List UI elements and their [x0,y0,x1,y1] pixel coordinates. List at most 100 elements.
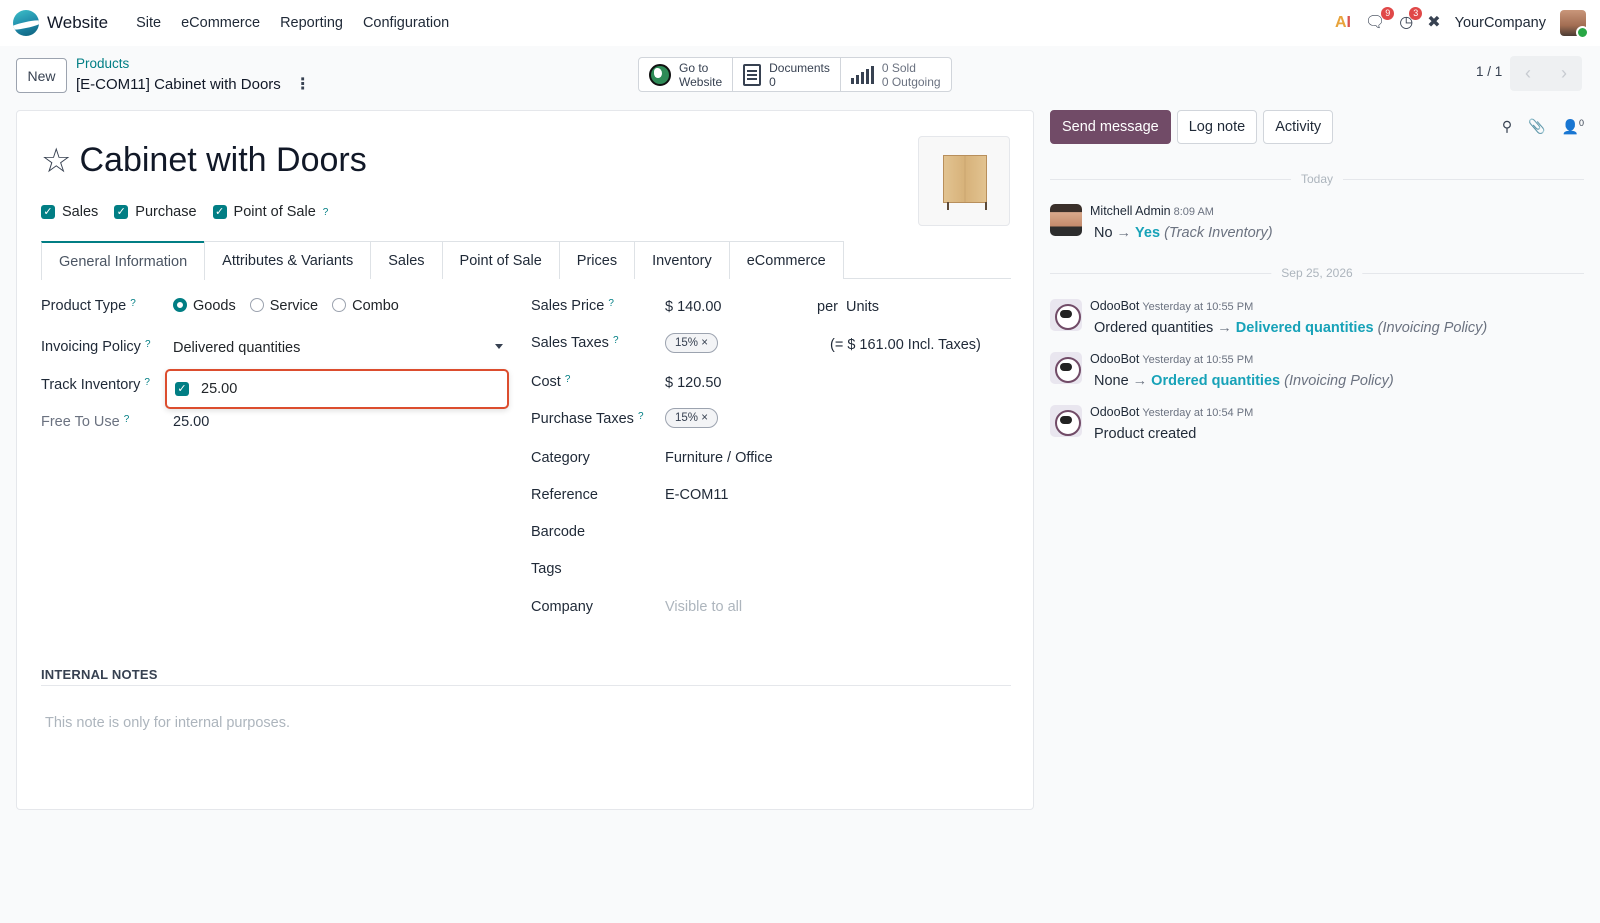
cost-input[interactable]: $ 120.50 [665,375,721,391]
help-icon[interactable]: ? [613,335,619,346]
arrow-right-icon: → [1116,225,1132,241]
help-icon[interactable]: ? [638,411,644,422]
ai-icon[interactable]: AI [1335,15,1351,31]
document-icon [743,63,762,86]
category-label: Category [531,450,590,466]
product-image[interactable] [918,136,1010,226]
track-inventory-label: Track Inventory ? [41,377,150,393]
tab-ecommerce[interactable]: eCommerce [728,241,844,279]
reference-field[interactable]: E-COM11 [665,487,728,503]
tab-sales[interactable]: Sales [370,241,443,279]
chatter-message: OdooBot Yesterday at 10:55 PM Ordered qua… [1050,299,1584,336]
purchase-taxes-label: Purchase Taxes ? [531,411,644,427]
chevron-left-icon[interactable]: ‹ [1525,63,1531,84]
send-message-button[interactable]: Send message [1050,110,1171,144]
category-field[interactable]: Furniture / Office [665,450,773,466]
internal-notes-header: INTERNAL NOTES [41,667,158,682]
tag-remove-icon[interactable]: × [701,337,708,349]
help-icon[interactable]: ? [144,377,150,388]
chevron-right-icon[interactable]: › [1561,63,1567,84]
radio-off-icon [332,298,347,312]
tab-attributes-variants[interactable]: Attributes & Variants [204,241,372,279]
tools-icon[interactable]: ✖ [1427,15,1440,31]
documents-button[interactable]: Documents 0 [733,58,841,91]
message-author[interactable]: OdooBot [1090,299,1139,313]
menu-reporting[interactable]: Reporting [270,15,353,31]
invoicing-policy-select[interactable]: Delivered quantities [173,340,503,360]
paperclip-icon[interactable]: 📎 [1528,118,1545,136]
company-field[interactable]: Visible to all [665,599,742,615]
tax-tag: 15% × [665,333,718,353]
quantity-input[interactable]: 25.00 [201,381,237,397]
kebab-menu-icon[interactable]: ⋮ [295,74,311,94]
sales-price-input[interactable]: $ 140.00 [665,299,721,315]
menu-site[interactable]: Site [126,15,171,31]
internal-notes-input[interactable]: This note is only for internal purposes. [45,715,290,731]
tax-tag: 15% × [665,408,718,428]
sales-taxes-field[interactable]: 15% × [665,333,718,353]
mitchell-admin-avatar[interactable] [1050,204,1082,236]
menu-configuration[interactable]: Configuration [353,15,459,31]
activity-button[interactable]: Activity [1263,110,1334,144]
chatter-message: OdooBot Yesterday at 10:55 PM None → Ordere… [1050,352,1584,389]
company-switcher[interactable]: YourCompany [1455,15,1546,31]
favorite-star-icon[interactable]: ☆ [41,144,71,178]
pos-checkbox[interactable]: ✓ [212,205,227,219]
globe-icon [649,63,671,86]
free-to-use-value: 25.00 [173,414,210,430]
activities-badge: 3 [1409,7,1423,20]
tab-prices[interactable]: Prices [558,241,636,279]
tag-remove-icon[interactable]: × [701,412,708,424]
radio-goods[interactable]: Goods [173,298,236,314]
smart-buttons: Go to Website Documents 0 0 Sold 0 Outgo… [638,57,952,92]
app-logo-icon[interactable] [13,10,39,36]
notebook-tabs: General Information Attributes & Variant… [41,241,1011,280]
breadcrumb-products[interactable]: Products [76,56,311,71]
followers-icon[interactable]: 👤0 [1562,118,1584,136]
user-avatar[interactable] [1560,10,1589,39]
radio-combo[interactable]: Combo [332,298,399,314]
tab-general-information[interactable]: General Information [41,241,206,280]
pager-nav: ‹ › [1510,56,1582,91]
odoobot-avatar[interactable] [1050,299,1082,331]
date-separator: Sep 25, 2026 [1050,266,1584,280]
radio-service[interactable]: Service [249,298,318,314]
invoicing-policy-label: Invoicing Policy ? [41,339,151,355]
reference-label: Reference [531,487,598,503]
help-icon[interactable]: ? [323,207,329,218]
help-icon[interactable]: ? [130,298,136,309]
arrow-right-icon: → [1217,320,1232,336]
help-icon[interactable]: ? [124,414,130,425]
uom-field[interactable]: Units [846,299,879,315]
message-author[interactable]: OdooBot [1090,352,1139,366]
incl-taxes-text: (= $ 161.00 Incl. Taxes) [830,337,981,353]
purchase-taxes-field[interactable]: 15% × [665,408,718,428]
odoobot-avatar[interactable] [1050,352,1082,384]
tab-inventory[interactable]: Inventory [634,241,730,279]
help-icon[interactable]: ? [608,298,614,309]
help-icon[interactable]: ? [145,339,151,350]
sales-price-label: Sales Price ? [531,298,614,314]
log-note-button[interactable]: Log note [1176,110,1258,144]
breadcrumb-current: [E-COM11] Cabinet with Doors [76,75,281,93]
messages-icon[interactable]: 🗨 9 [1365,7,1395,31]
app-name[interactable]: Website [47,13,108,33]
search-icon[interactable]: ⚲ [1502,118,1512,136]
tab-point-of-sale[interactable]: Point of Sale [441,241,560,279]
tags-label: Tags [531,561,562,577]
odoobot-avatar[interactable] [1050,405,1082,437]
purchase-checkbox[interactable]: ✓ [114,205,129,219]
product-name[interactable]: Cabinet with Doors [79,141,366,180]
message-author[interactable]: Mitchell Admin [1090,204,1171,218]
sales-taxes-label: Sales Taxes ? [531,335,619,351]
message-author[interactable]: OdooBot [1090,405,1139,419]
new-button[interactable]: New [16,58,67,93]
go-to-website-button[interactable]: Go to Website [639,58,734,91]
clock-icon[interactable]: ◷ 3 [1399,7,1423,31]
sold-button[interactable]: 0 Sold 0 Outgoing [841,58,951,91]
pager-value[interactable]: 1 / 1 [1476,64,1502,79]
track-inventory-checkbox[interactable]: ✓ [175,382,189,396]
sales-checkbox[interactable]: ✓ [41,205,55,219]
help-icon[interactable]: ? [565,374,571,385]
menu-ecommerce[interactable]: eCommerce [171,15,270,31]
